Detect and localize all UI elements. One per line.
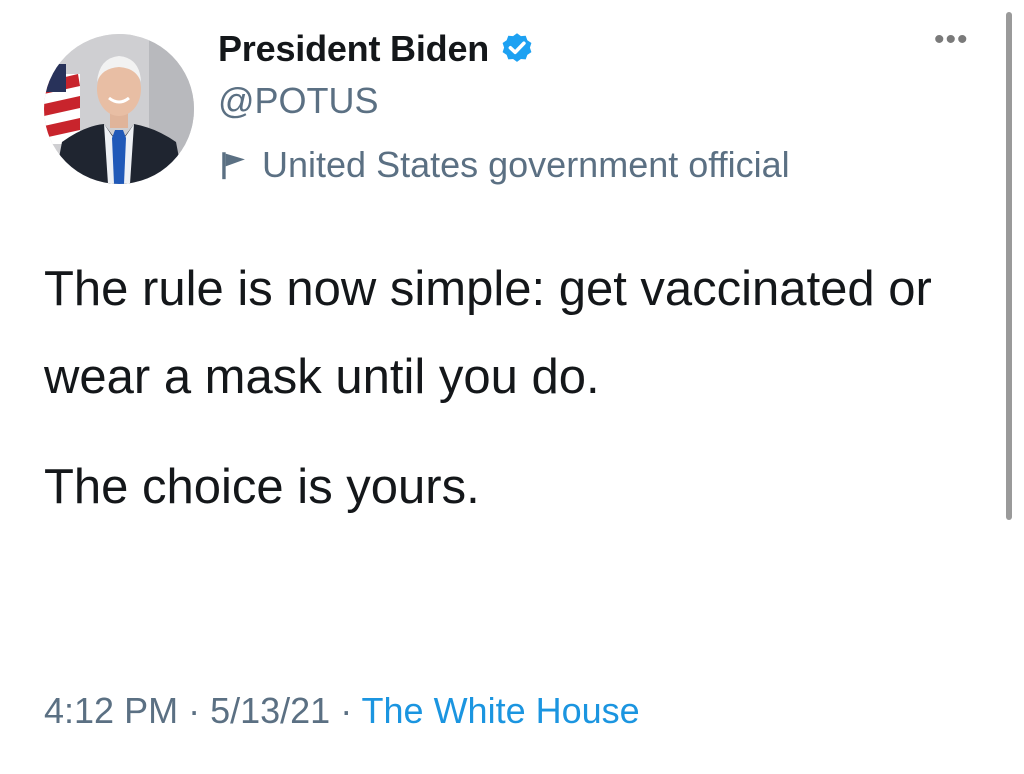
author-name[interactable]: President Biden <box>218 28 489 70</box>
author-name-row[interactable]: President Biden <box>218 24 535 74</box>
tweet-paragraph: The choice is yours. <box>44 460 480 514</box>
scrollbar[interactable] <box>1006 12 1012 520</box>
government-label: United States government official <box>262 144 790 185</box>
verified-badge-icon <box>502 33 532 62</box>
tweet-date[interactable]: 5/13/21 <box>210 690 330 731</box>
avatar-photo <box>44 34 194 184</box>
meta-separator: · <box>330 690 362 731</box>
avatar[interactable] <box>44 34 194 184</box>
flag-icon <box>222 152 245 180</box>
tweet-time[interactable]: 4:12 PM <box>44 690 178 731</box>
government-label-row: United States government official <box>218 140 790 190</box>
tweet-meta: 4:12 PM · 5/13/21 · The White House <box>44 690 640 732</box>
more-options-icon[interactable]: ••• <box>934 25 969 55</box>
meta-separator: · <box>178 690 211 731</box>
tweet-card: President Biden ••• @POTUS United States… <box>0 0 1024 774</box>
tweet-paragraph: The rule is now simple: get vaccinated o… <box>44 262 932 404</box>
author-handle[interactable]: @POTUS <box>218 80 379 122</box>
tweet-text: The rule is now simple: get vaccinated o… <box>44 245 944 531</box>
tweet-source-link[interactable]: The White House <box>362 690 640 731</box>
